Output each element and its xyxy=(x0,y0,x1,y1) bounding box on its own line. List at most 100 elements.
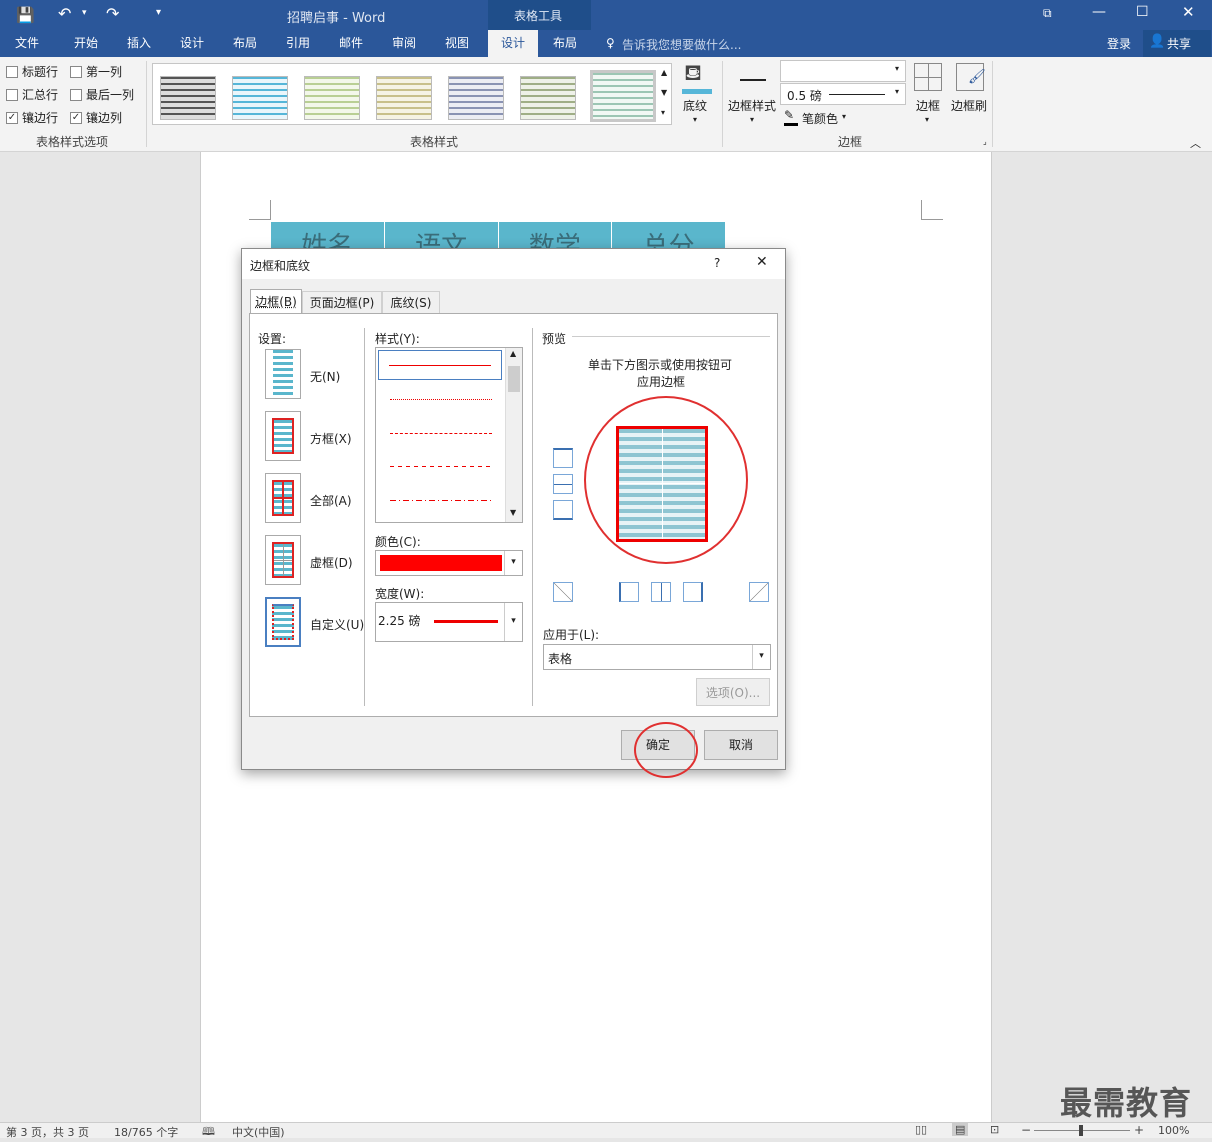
tab-page-border[interactable]: 页面边框(P) xyxy=(302,291,382,314)
border-painter-button[interactable]: 🖌 边框刷 xyxy=(950,61,990,127)
table-style-thumb[interactable] xyxy=(376,76,432,120)
setting-custom-icon[interactable] xyxy=(265,597,301,647)
scroll-thumb[interactable] xyxy=(508,366,520,392)
setting-none-label[interactable]: 无(N) xyxy=(310,368,340,385)
options-button[interactable]: 选项(O)... xyxy=(696,678,770,706)
tab-home[interactable]: 开始 xyxy=(60,30,112,57)
proofing-icon[interactable]: 🕮 xyxy=(202,1123,215,1142)
line-style-dashed-small[interactable] xyxy=(390,433,492,434)
tab-insert[interactable]: 插入 xyxy=(114,30,164,57)
customize-qat-icon[interactable]: ▾ xyxy=(156,7,161,18)
last-column-checkbox[interactable]: 最后一列 xyxy=(70,86,134,103)
zoom-slider-thumb[interactable] xyxy=(1079,1125,1083,1136)
shading-button[interactable]: ⛾ 底纹 ▾ xyxy=(676,61,718,127)
table-style-thumb[interactable] xyxy=(448,76,504,120)
ribbon-display-icon[interactable]: ⧉ xyxy=(1043,6,1052,21)
undo-icon[interactable]: ↶ xyxy=(58,4,71,23)
dropdown-button[interactable]: ▾ xyxy=(504,551,522,575)
apply-to-dropdown[interactable]: 表格 ▾ xyxy=(543,644,771,670)
inside-vertical-border-button[interactable] xyxy=(651,582,671,602)
tab-references[interactable]: 引用 xyxy=(273,30,323,57)
save-icon[interactable]: 💾 xyxy=(16,6,35,24)
document-title: 招聘启事 - Word xyxy=(287,11,386,26)
header-row-checkbox[interactable]: 标题行 xyxy=(6,63,58,80)
tab-table-design[interactable]: 设计 xyxy=(488,30,538,57)
first-column-label: 第一列 xyxy=(86,65,123,79)
tab-borders[interactable]: 边框(B) xyxy=(250,289,302,314)
close-window-icon[interactable]: ✕ xyxy=(1182,3,1195,21)
pen-weight-dropdown[interactable]: 0.5 磅 ▾ xyxy=(780,83,906,105)
collapse-ribbon-icon[interactable]: ︿ xyxy=(1190,135,1201,151)
setting-grid-label[interactable]: 虚框(D) xyxy=(310,554,353,571)
close-dialog-button[interactable]: ✕ xyxy=(756,254,768,270)
pen-color-button[interactable]: ✎ 笔颜色 ▾ xyxy=(782,108,862,128)
setting-box-icon[interactable] xyxy=(265,411,301,461)
print-layout-icon[interactable]: ▤ xyxy=(952,1123,969,1136)
zoom-in-icon[interactable]: + xyxy=(1134,1123,1144,1137)
diagonal-up-border-button[interactable] xyxy=(553,582,573,602)
login-link[interactable]: 登录 xyxy=(1107,35,1131,52)
bottom-border-button[interactable] xyxy=(553,500,573,520)
tell-me-input[interactable]: 告诉我您想要做什么... xyxy=(622,36,741,53)
line-style-dropdown[interactable]: ▾ xyxy=(780,60,906,82)
table-style-thumb[interactable] xyxy=(520,76,576,120)
scroll-down-icon[interactable]: ▼ xyxy=(510,508,516,517)
scroll-up-icon[interactable]: ▲ xyxy=(510,349,516,358)
tab-review[interactable]: 审阅 xyxy=(379,30,429,57)
share-button[interactable]: 👤 共享 xyxy=(1143,30,1211,57)
line-style-dashed[interactable] xyxy=(390,466,492,467)
tab-shading[interactable]: 底纹(S) xyxy=(382,291,440,314)
setting-box-label[interactable]: 方框(X) xyxy=(310,430,352,447)
dialog-launcher-icon[interactable]: ⌟ xyxy=(983,137,987,146)
cancel-button[interactable]: 取消 xyxy=(704,730,778,760)
table-style-thumb[interactable] xyxy=(232,76,288,120)
banded-columns-checkbox[interactable]: ✓ 镶边列 xyxy=(70,109,122,126)
border-styles-button[interactable]: 边框样式 ▾ xyxy=(726,61,780,127)
top-border-button[interactable] xyxy=(553,448,573,468)
shading-label: 底纹 xyxy=(683,99,708,113)
dropdown-button[interactable]: ▾ xyxy=(752,645,770,669)
tab-design[interactable]: 设计 xyxy=(167,30,217,57)
total-row-checkbox[interactable]: 汇总行 xyxy=(6,86,58,103)
borders-button[interactable]: 边框 ▾ xyxy=(910,61,948,127)
minimize-icon[interactable]: — xyxy=(1092,4,1106,20)
help-button[interactable]: ? xyxy=(714,256,720,270)
tab-file[interactable]: 文件 xyxy=(2,30,52,57)
first-column-checkbox[interactable]: 第一列 xyxy=(70,63,122,80)
line-style-list[interactable]: ▲ ▼ xyxy=(375,347,523,523)
gallery-more-icon[interactable]: ▾ xyxy=(661,108,665,117)
right-border-button[interactable] xyxy=(683,582,703,602)
color-dropdown[interactable]: ▾ xyxy=(375,550,523,576)
setting-grid-icon[interactable] xyxy=(265,535,301,585)
banded-rows-checkbox[interactable]: ✓ 镶边行 xyxy=(6,109,58,126)
tab-mailings[interactable]: 邮件 xyxy=(326,30,376,57)
style-list-scrollbar[interactable]: ▲ ▼ xyxy=(505,348,522,522)
tab-layout[interactable]: 布局 xyxy=(220,30,270,57)
setting-all-label[interactable]: 全部(A) xyxy=(310,492,352,509)
diagonal-down-border-button[interactable] xyxy=(749,582,769,602)
width-dropdown[interactable]: 2.25 磅 ▾ xyxy=(375,602,523,642)
gallery-up-icon[interactable]: ▲ xyxy=(661,68,667,77)
zoom-level[interactable]: 100% xyxy=(1158,1124,1189,1137)
table-style-thumb[interactable] xyxy=(304,76,360,120)
setting-custom-label[interactable]: 自定义(U) xyxy=(310,616,364,633)
undo-dropdown-icon[interactable]: ▾ xyxy=(82,8,87,18)
tab-table-layout[interactable]: 布局 xyxy=(540,30,590,57)
gallery-down-icon[interactable]: ▼ xyxy=(661,88,667,97)
dropdown-button[interactable]: ▾ xyxy=(504,603,522,641)
tab-view[interactable]: 视图 xyxy=(432,30,482,57)
redo-icon[interactable]: ↷ xyxy=(106,4,119,23)
maximize-icon[interactable]: ☐ xyxy=(1136,4,1149,20)
left-border-button[interactable] xyxy=(619,582,639,602)
line-style-dash-dot[interactable] xyxy=(390,500,492,501)
table-style-thumb[interactable] xyxy=(160,76,216,120)
line-style-solid-selected[interactable] xyxy=(378,350,502,380)
line-style-dotted[interactable] xyxy=(390,399,492,400)
zoom-out-icon[interactable]: − xyxy=(1021,1123,1031,1137)
read-mode-icon[interactable]: ▯▯ xyxy=(915,1123,927,1136)
setting-all-icon[interactable] xyxy=(265,473,301,523)
table-style-thumb-selected[interactable] xyxy=(590,70,656,122)
web-layout-icon[interactable]: ⊡ xyxy=(990,1123,999,1136)
setting-none-icon[interactable] xyxy=(265,349,301,399)
inside-horizontal-border-button[interactable] xyxy=(553,474,573,494)
